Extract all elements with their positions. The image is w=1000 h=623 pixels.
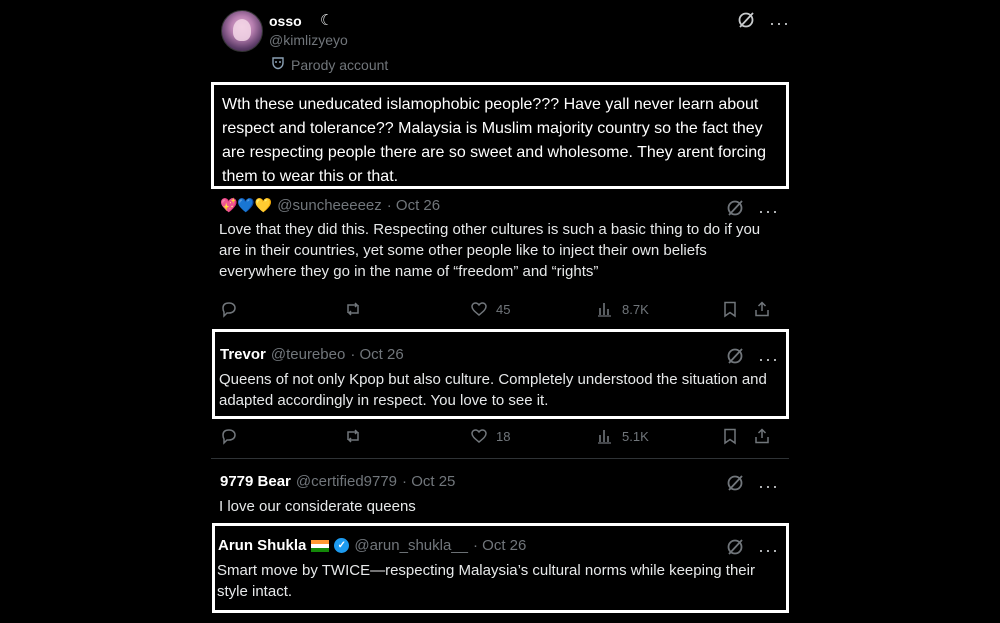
views-button[interactable]: 5.1K	[596, 427, 649, 445]
bookmark-icon[interactable]	[721, 427, 739, 445]
reply-1-header: 💖💙💛 @suncheeeeez · Oct 26	[220, 197, 440, 214]
parody-badge: Parody account	[271, 56, 388, 73]
grok-icon[interactable]	[726, 474, 744, 497]
reply-4-text: Smart move by TWICE—respecting Malaysia’…	[217, 562, 755, 600]
reply-icon[interactable]	[220, 300, 238, 318]
grok-icon[interactable]	[726, 347, 744, 370]
avatar[interactable]	[221, 10, 263, 52]
like-count: 18	[496, 428, 511, 444]
more-options-icon[interactable]: ···	[758, 477, 779, 495]
reply-2-text: Queens of not only Kpop but also culture…	[219, 371, 767, 409]
reply-4-name[interactable]: Arun Shukla	[218, 537, 306, 554]
reply-1-name-emojis: 💖💙💛	[220, 197, 273, 213]
parody-label: Parody account	[291, 56, 389, 73]
more-options-icon[interactable]: ···	[758, 350, 779, 368]
reply-4-handle[interactable]: @arun_shukla__	[354, 537, 468, 554]
verified-badge-icon: ✓	[334, 538, 350, 553]
reply-1-date[interactable]: · Oct 26	[387, 197, 440, 214]
reply-2-name[interactable]: Trevor	[220, 346, 266, 363]
share-icon[interactable]	[753, 300, 771, 318]
reply-2-header: Trevor @teurebeo · Oct 26	[220, 346, 404, 363]
repost-icon[interactable]	[344, 427, 362, 445]
post-text: Wth these uneducated islamophobic people…	[211, 82, 789, 189]
reply-2-actions: 18 5.1K	[0, 425, 1000, 447]
reply-4-header: Arun Shukla ✓ @arun_shukla__ · Oct 26	[218, 537, 526, 554]
reply-3-text: I love our considerate queens	[219, 498, 416, 515]
more-options-icon[interactable]: ···	[758, 541, 779, 559]
display-name[interactable]: osso	[269, 13, 302, 29]
views-button[interactable]: 8.7K	[596, 300, 649, 318]
grok-icon[interactable]	[737, 11, 755, 34]
reply-3-name[interactable]: 9779 Bear	[220, 473, 291, 490]
bookmark-icon[interactable]	[721, 300, 739, 318]
user-handle[interactable]: @kimlizyeyo	[269, 32, 348, 48]
grok-icon[interactable]	[726, 538, 744, 561]
reply-3-handle[interactable]: @certified9779	[296, 473, 397, 490]
reply-4-date[interactable]: · Oct 26	[473, 537, 526, 554]
reply-1-text: Love that they did this. Respecting othe…	[219, 221, 761, 280]
view-count: 5.1K	[622, 428, 649, 444]
like-count: 45	[496, 301, 511, 317]
share-icon[interactable]	[753, 427, 771, 445]
more-options-icon[interactable]: ···	[769, 14, 790, 32]
reply-icon[interactable]	[220, 427, 238, 445]
reply-3-date[interactable]: · Oct 25	[402, 473, 455, 490]
reply-2-handle[interactable]: @teurebeo	[271, 346, 345, 363]
reply-1-actions: 45 8.7K	[0, 298, 1000, 320]
more-options-icon[interactable]: ···	[758, 202, 779, 220]
reply-2-date[interactable]: · Oct 26	[350, 346, 403, 363]
view-count: 8.7K	[622, 301, 649, 317]
like-button[interactable]: 18	[470, 427, 510, 445]
moon-emoji: ☾	[320, 12, 334, 29]
reply-3-header: 9779 Bear @certified9779 · Oct 25	[220, 473, 455, 490]
repost-icon[interactable]	[344, 300, 362, 318]
mask-icon	[271, 56, 285, 73]
like-button[interactable]: 45	[470, 300, 510, 318]
reply-1-handle[interactable]: @suncheeeeez	[277, 197, 381, 214]
india-flag-icon	[311, 539, 330, 552]
divider	[211, 458, 789, 459]
